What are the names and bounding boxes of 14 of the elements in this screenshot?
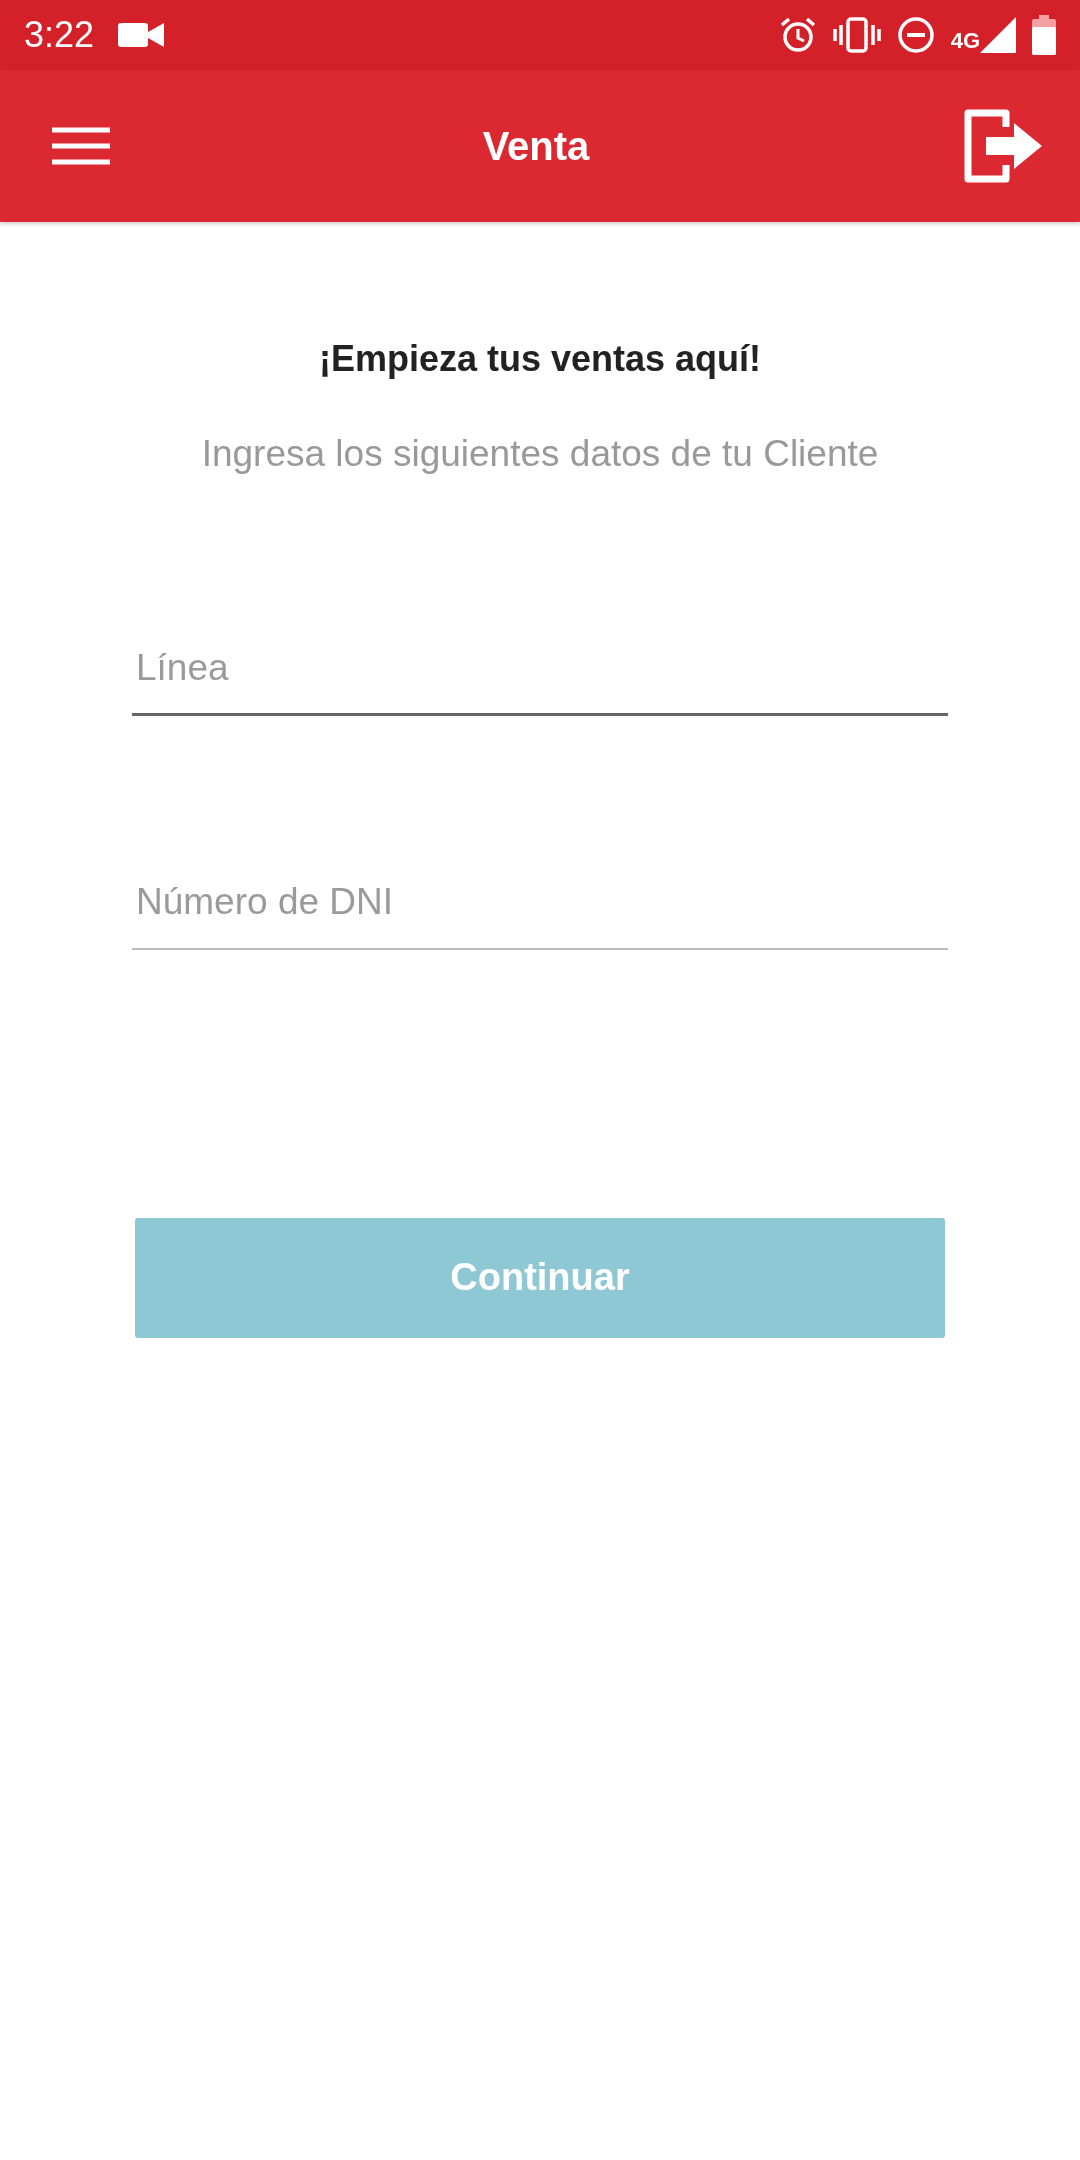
input-field[interactable]: Número de DNI [132, 866, 948, 950]
alarm-icon [778, 16, 817, 54]
battery-icon [1032, 15, 1056, 55]
menu-icon[interactable] [52, 127, 110, 165]
screen-title: Venta [482, 123, 590, 170]
intro-heading: ¡Empieza tus ventas aquí! [318, 337, 762, 381]
signal-icon [980, 17, 1016, 53]
vibrate-icon [832, 17, 881, 53]
network-type: 4G [950, 26, 980, 55]
status-time: 3:22 [24, 13, 95, 57]
do-not-disturb-icon [896, 16, 935, 54]
input-field[interactable]: Línea [132, 631, 948, 716]
video-camera-icon [118, 20, 165, 50]
intro-subtitle: Ingresa los siguientes datos de tu Cliente [201, 432, 879, 476]
